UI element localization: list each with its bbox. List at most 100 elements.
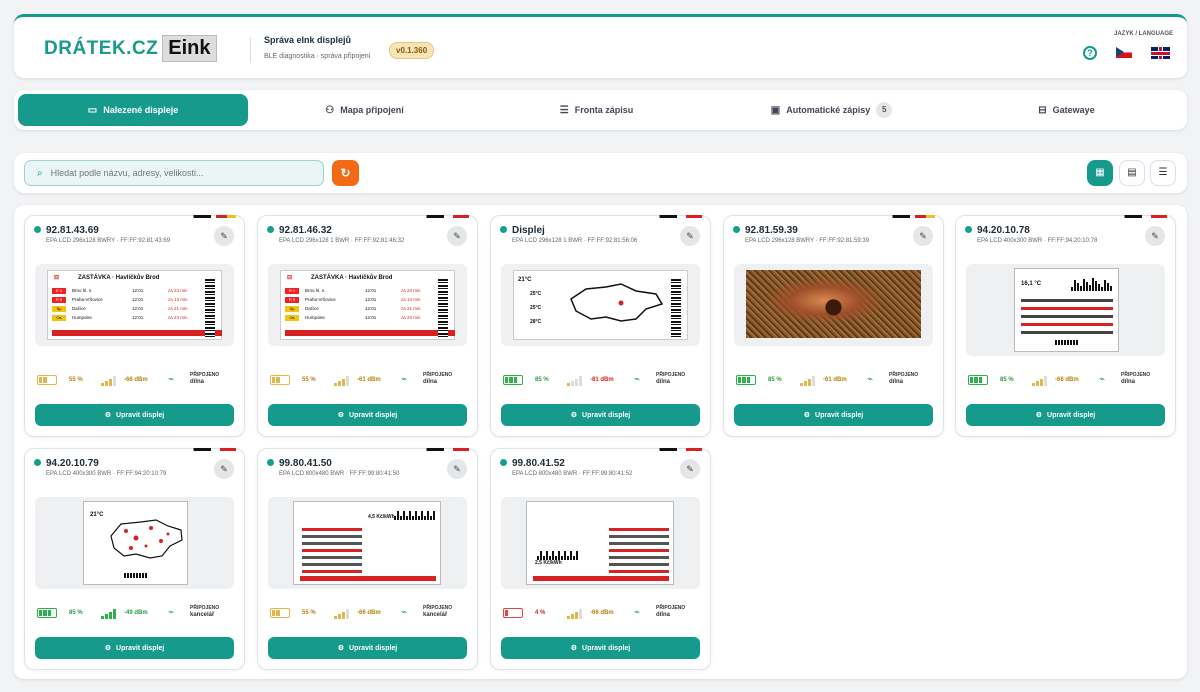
battery-percent: 85 % [1000,377,1014,383]
edit-icon[interactable]: ✎ [913,226,933,246]
edit-display-button[interactable]: ⚙ Upravit displej [734,404,933,426]
search-box[interactable]: ⌕ [24,160,324,186]
search-input[interactable] [50,168,301,178]
eta: za 23 min [168,315,188,320]
connected-label: PŘIPOJENO [190,605,220,611]
tab-auto-writes[interactable]: ▣ Automatické zápisy 5 [719,94,944,126]
connection-status: PŘIPOJENO dílna [656,605,685,619]
gear-icon: ⚙ [337,645,345,652]
info-line [609,570,669,573]
battery-icon [736,375,759,385]
uk-flag-icon[interactable] [1151,47,1170,59]
display-card[interactable]: 94.20.10.78 EPA LCD 400x300 BWR · FF:FF:9… [955,215,1176,437]
info-line [302,542,362,545]
display-card[interactable]: 94.20.10.79 EPA LCD 400x300 BWR · FF:FF:9… [24,448,245,670]
edit-display-button[interactable]: ⚙ Upravit displej [501,404,700,426]
edit-icon[interactable]: ✎ [214,459,234,479]
edit-icon[interactable]: ✎ [680,226,700,246]
czech-flag-icon[interactable] [1116,47,1132,58]
eink-screen: 2,5 Kč/kWh [526,501,674,585]
battery-percent: 85 % [69,610,83,616]
photo-image [746,270,921,338]
gateway-icon: ⌁ [401,374,408,385]
connection-status: PŘIPOJENO dílna [889,372,918,386]
list-view-button[interactable]: ☰ [1150,160,1176,186]
signal-icon [1032,375,1050,386]
departure-time: 12:01 [365,288,377,293]
barcode [1055,340,1079,345]
compact-view-button[interactable]: ▤ [1119,160,1145,186]
display-card[interactable]: 92.81.46.32 EPA LCD 296x128 1 BWR · FF:FF… [257,215,478,437]
display-card[interactable]: Displej EPA LCD 296x128 1 BWR · FF:FF:92:… [490,215,711,437]
barcode [671,279,681,337]
eink-screen: ZASTÁVKA · Havlíčkův Brod ⊟ R 1 Brno hl. n.… [47,270,222,340]
gateway-icon: ⌁ [168,374,175,385]
edit-display-button[interactable]: ⚙ Upravit displej [501,637,700,659]
help-icon[interactable]: ? [1083,46,1097,60]
display-card[interactable]: 99.80.41.52 EPA LCD 800x480 BWR · FF:FF:9… [490,448,711,670]
gear-icon: ⚙ [104,645,112,652]
info-line [1021,307,1113,310]
eta: za 21 min [401,306,421,311]
edit-display-button[interactable]: ⚙ Upravit displej [268,404,467,426]
router-icon: ⊟ [1038,104,1047,116]
button-label: Upravit displej [349,644,398,652]
display-preview: ZASTÁVKA · Havlíčkův Brod ⊟ R 1 Brno hl. n.… [268,264,467,346]
departure-time: 12:01 [365,306,377,311]
status-row: 55 % -66 dBm ⌁ PŘIPOJENO kancelář [270,605,469,621]
color-strip [652,215,702,218]
edit-display-button[interactable]: ⚙ Upravit displej [35,637,234,659]
display-name: 99.80.41.50 [279,458,332,469]
location-label: dílna [656,379,671,385]
bar-chart [1071,277,1112,291]
signal-strength: -81 dBm [590,377,614,383]
gateway-icon: ⌁ [168,607,175,618]
tab-write-queue[interactable]: ☰ Fronta zápisu [484,94,709,126]
edit-icon[interactable]: ✎ [1145,226,1165,246]
color-strip [652,448,702,451]
tab-label: Nalezené displeje [103,105,179,115]
eta: za 23 min [401,315,421,320]
eink-screen: 21°C [83,501,188,585]
gear-icon: ⚙ [337,412,345,419]
info-line [302,563,362,566]
edit-icon[interactable]: ✎ [447,459,467,479]
grid-view-button[interactable]: ▦ [1087,160,1113,186]
departure-time: 12:01 [132,288,144,293]
toolbar: ⌕ ↻ ▦ ▤ ☰ [14,153,1187,193]
tab-connection-map[interactable]: ⚇ Mapa připojení [252,94,477,126]
eta: za 13 min [401,297,421,302]
departure-row: Os Humpolec 12:01 za 23 min [285,314,435,321]
edit-display-button[interactable]: ⚙ Upravit displej [966,404,1165,426]
bus-icon: ⊟ [54,275,60,281]
location-label: dílna [656,612,671,618]
eink-screen: 16,1 °C [1014,268,1119,352]
display-info: EPA LCD 800x480 BWR · FF:FF:99:80:41:50 [279,471,400,477]
button-label: Upravit displej [116,411,165,419]
edit-display-button[interactable]: ⚙ Upravit displej [268,637,467,659]
status-dot [965,226,972,233]
edit-icon[interactable]: ✎ [214,226,234,246]
tab-gateways[interactable]: ⊟ Gatewaye [954,94,1179,126]
version-badge: v0.1.360 [389,42,435,59]
edit-icon[interactable]: ✎ [447,226,467,246]
edit-icon[interactable]: ✎ [680,459,700,479]
search-icon: ⌕ [37,167,43,179]
gear-icon: ⚙ [803,412,811,419]
info-line [609,556,669,559]
info-line [302,528,362,531]
signal-strength: -68 dBm [1055,377,1079,383]
color-strip [419,448,469,451]
logo: DRÁTEK.CZ Eink [44,35,217,62]
barcode [124,573,148,578]
refresh-button[interactable]: ↻ [332,160,359,186]
destination: Brno hl. n. [72,288,93,293]
weather-temp: 25°C [530,305,542,311]
color-strip [186,215,236,218]
display-card[interactable]: 99.80.41.50 EPA LCD 800x480 BWR · FF:FF:9… [257,448,478,670]
display-info: EPA LCD 296x128 1 BWR · FF:FF:92:81:46:3… [279,238,405,244]
tab-found-displays[interactable]: ▭ Nalezené displeje [18,94,248,126]
display-card[interactable]: 92.81.59.39 EPA LCD 296x128 BWRY · FF:FF:… [723,215,944,437]
edit-display-button[interactable]: ⚙ Upravit displej [35,404,234,426]
display-card[interactable]: 92.81.43.69 EPA LCD 296x128 BWRY · FF:FF:… [24,215,245,437]
